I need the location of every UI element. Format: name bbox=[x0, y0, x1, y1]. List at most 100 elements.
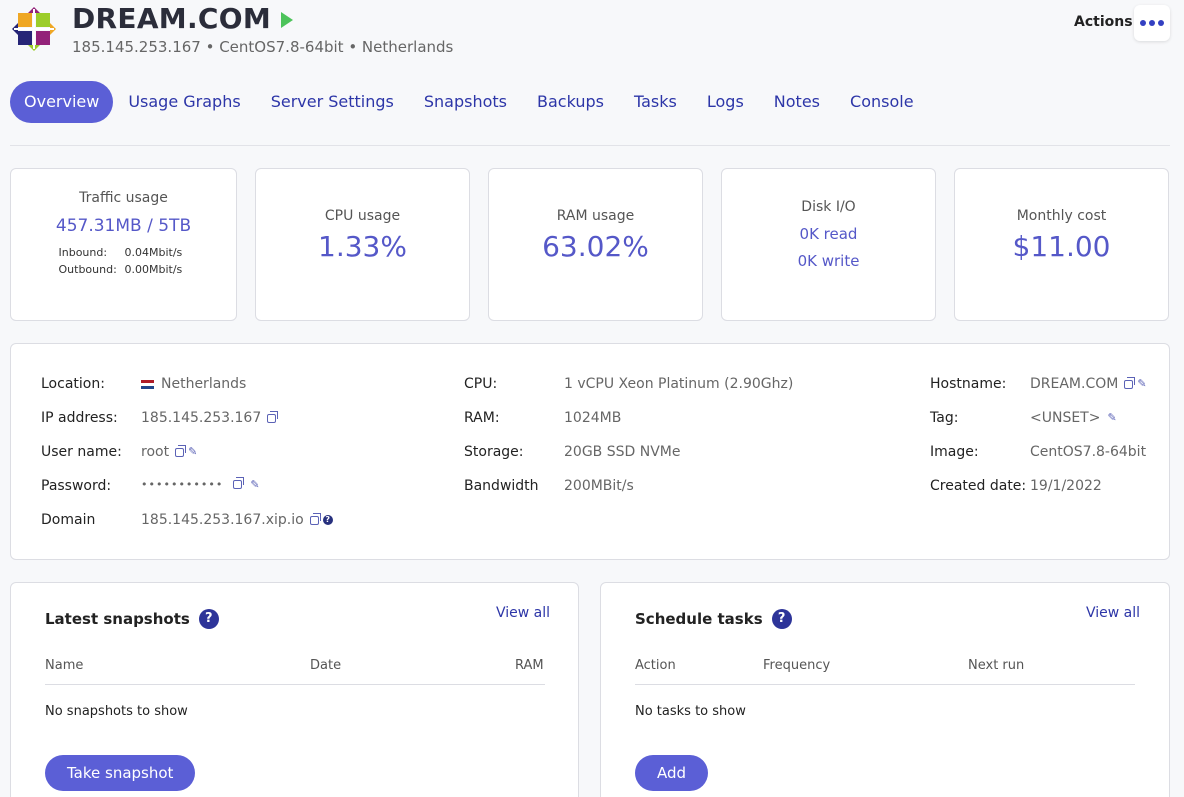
bandwidth-label: Bandwidth bbox=[464, 478, 539, 494]
tab-tasks[interactable]: Tasks bbox=[619, 81, 692, 123]
snapshots-view-all-link[interactable]: View all bbox=[496, 605, 550, 621]
tab-console[interactable]: Console bbox=[835, 81, 929, 123]
tag-text: <UNSET> bbox=[1030, 410, 1101, 426]
monthly-cost-label: Monthly cost bbox=[1016, 208, 1107, 224]
created-date-label: Created date: bbox=[930, 478, 1027, 494]
cpu-usage-label: CPU usage bbox=[324, 208, 401, 224]
tab-snapshots[interactable]: Snapshots bbox=[409, 81, 522, 123]
tab-notes[interactable]: Notes bbox=[759, 81, 835, 123]
tab-bar: Overview Usage Graphs Server Settings Sn… bbox=[10, 81, 929, 123]
copy-icon[interactable] bbox=[233, 477, 245, 489]
tab-divider bbox=[10, 145, 1170, 146]
ram-label: RAM: bbox=[464, 410, 500, 426]
monthly-cost-card: Monthly cost $11.00 bbox=[954, 168, 1169, 321]
inbound-label: Inbound: bbox=[58, 246, 108, 259]
help-icon[interactable]: ? bbox=[198, 609, 219, 629]
traffic-usage-value: 457.31MB / 5TB bbox=[55, 216, 192, 236]
take-snapshot-button[interactable]: Take snapshot bbox=[45, 755, 196, 791]
username-label: User name: bbox=[41, 444, 122, 460]
snapshots-col-ram: RAM bbox=[515, 658, 544, 673]
server-title: DREAM.COM bbox=[72, 2, 272, 35]
snapshots-title: Latest snapshots bbox=[45, 610, 190, 628]
storage-label: Storage: bbox=[464, 444, 524, 460]
cpu-value: 1 vCPU Xeon Platinum (2.90Ghz) bbox=[564, 376, 794, 392]
snapshots-col-date: Date bbox=[310, 658, 342, 673]
add-task-button[interactable]: Add bbox=[635, 755, 709, 791]
schedule-tasks-panel: Schedule tasks ? View all Action Frequen… bbox=[600, 582, 1170, 797]
password-text: ••••••••••• bbox=[141, 478, 224, 491]
tab-server-settings[interactable]: Server Settings bbox=[256, 81, 409, 123]
domain-label: Domain bbox=[41, 512, 96, 528]
server-header: DREAM.COM 185.145.253.167 • CentOS7.8-64… bbox=[0, 0, 1184, 70]
tab-overview[interactable]: Overview bbox=[10, 81, 114, 123]
copy-icon[interactable] bbox=[175, 444, 187, 457]
cpu-usage-value: 1.33% bbox=[318, 230, 407, 263]
image-value: CentOS7.8-64bit bbox=[1030, 444, 1147, 460]
play-icon[interactable] bbox=[281, 11, 294, 28]
copy-icon[interactable] bbox=[309, 512, 321, 525]
image-label: Image: bbox=[930, 444, 979, 460]
bandwidth-value: 200MBit/s bbox=[564, 478, 634, 494]
outbound-value: 0.00Mbit/s bbox=[124, 263, 183, 276]
ip-label: IP address: bbox=[41, 410, 118, 426]
more-actions-button[interactable] bbox=[1134, 5, 1170, 41]
location-label: Location: bbox=[41, 376, 105, 392]
tasks-title: Schedule tasks bbox=[635, 610, 763, 628]
dot-icon bbox=[1158, 20, 1164, 26]
copy-icon[interactable] bbox=[267, 410, 279, 423]
tag-label: Tag: bbox=[930, 410, 959, 426]
snapshots-empty-text: No snapshots to show bbox=[45, 704, 188, 719]
password-label: Password: bbox=[41, 478, 112, 494]
ram-usage-value: 63.02% bbox=[542, 230, 649, 263]
edit-icon[interactable]: ✎ bbox=[1107, 412, 1117, 423]
edit-icon[interactable]: ✎ bbox=[250, 479, 260, 490]
domain-value: 185.145.253.167.xip.io ? bbox=[141, 512, 333, 528]
tasks-header-line bbox=[635, 684, 1135, 685]
tasks-empty-text: No tasks to show bbox=[635, 704, 746, 719]
ram-usage-label: RAM usage bbox=[556, 208, 635, 224]
hostname-text: DREAM.COM bbox=[1030, 376, 1119, 392]
ram-value: 1024MB bbox=[564, 410, 622, 426]
location-text: Netherlands bbox=[161, 376, 247, 392]
cpu-usage-card: CPU usage 1.33% bbox=[255, 168, 470, 321]
ip-text: 185.145.253.167 bbox=[141, 410, 262, 426]
actions-label[interactable]: Actions bbox=[1074, 14, 1133, 30]
disk-io-card: Disk I/O 0K read 0K write bbox=[721, 168, 936, 321]
inbound-value: 0.04Mbit/s bbox=[124, 246, 183, 259]
centos-logo-icon bbox=[12, 7, 56, 51]
edit-icon[interactable]: ✎ bbox=[1137, 378, 1147, 389]
tasks-view-all-link[interactable]: View all bbox=[1086, 605, 1140, 621]
password-value: ••••••••••• ✎ bbox=[141, 477, 260, 491]
copy-icon[interactable] bbox=[1124, 376, 1136, 389]
dot-icon bbox=[1140, 20, 1146, 26]
help-icon[interactable]: ? bbox=[771, 609, 792, 629]
ram-usage-card: RAM usage 63.02% bbox=[488, 168, 703, 321]
username-value: root ✎ bbox=[141, 444, 198, 460]
server-subtitle: 185.145.253.167 • CentOS7.8-64bit • Neth… bbox=[72, 38, 454, 56]
tasks-col-next-run: Next run bbox=[968, 658, 1025, 673]
disk-read-value: 0K read bbox=[799, 225, 858, 243]
netherlands-flag-icon bbox=[141, 379, 154, 389]
snapshots-col-name: Name bbox=[45, 658, 84, 673]
help-icon[interactable]: ? bbox=[322, 515, 333, 525]
hostname-label: Hostname: bbox=[930, 376, 1007, 392]
tab-logs[interactable]: Logs bbox=[692, 81, 759, 123]
username-text: root bbox=[141, 444, 170, 460]
ip-value: 185.145.253.167 bbox=[141, 410, 279, 426]
snapshots-title-row: Latest snapshots ? bbox=[45, 609, 219, 629]
edit-icon[interactable]: ✎ bbox=[188, 446, 198, 457]
snapshots-header-line bbox=[45, 684, 545, 685]
created-date-value: 19/1/2022 bbox=[1030, 478, 1102, 494]
monthly-cost-value: $11.00 bbox=[1012, 230, 1111, 263]
disk-write-value: 0K write bbox=[797, 252, 860, 270]
cpu-label: CPU: bbox=[464, 376, 498, 392]
latest-snapshots-panel: Latest snapshots ? View all Name Date RA… bbox=[10, 582, 579, 797]
domain-text: 185.145.253.167.xip.io bbox=[141, 512, 304, 528]
tag-value: <UNSET> ✎ bbox=[1030, 410, 1117, 426]
tasks-col-frequency: Frequency bbox=[763, 658, 831, 673]
location-value: Netherlands bbox=[141, 376, 246, 392]
dot-icon bbox=[1149, 20, 1155, 26]
tab-backups[interactable]: Backups bbox=[522, 81, 619, 123]
tab-usage-graphs[interactable]: Usage Graphs bbox=[113, 81, 255, 123]
storage-value: 20GB SSD NVMe bbox=[564, 444, 681, 460]
